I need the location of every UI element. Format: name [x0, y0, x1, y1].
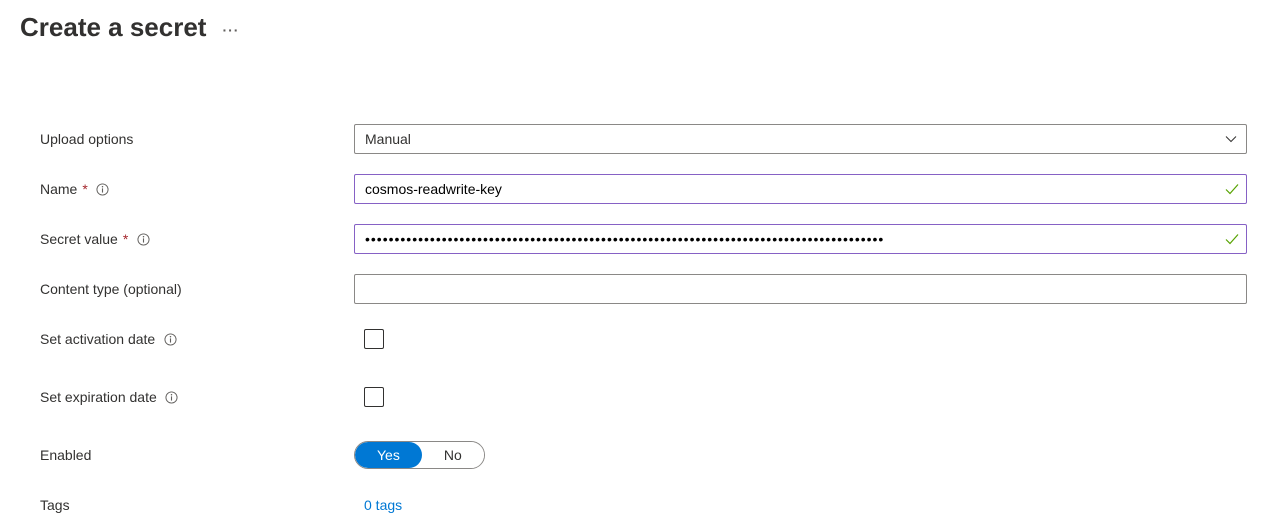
expiration-date-row: Set expiration date — [40, 381, 1250, 413]
content-type-label-text: Content type (optional) — [40, 281, 182, 297]
enabled-no-button[interactable]: No — [422, 442, 484, 468]
content-type-label: Content type (optional) — [40, 281, 354, 297]
checkmark-icon — [1224, 181, 1240, 197]
name-input[interactable] — [355, 175, 1246, 203]
activation-date-checkbox[interactable] — [364, 329, 384, 349]
secret-value-label-text: Secret value — [40, 231, 118, 247]
enabled-row: Enabled Yes No — [40, 439, 1250, 471]
tags-row: Tags 0 tags — [40, 489, 1250, 521]
chevron-down-icon — [1216, 133, 1246, 145]
expiration-date-label: Set expiration date — [40, 389, 354, 405]
name-row: Name * — [40, 173, 1250, 205]
name-label: Name * — [40, 181, 354, 197]
upload-options-label: Upload options — [40, 131, 354, 147]
content-type-input-wrap — [354, 274, 1247, 304]
name-label-text: Name — [40, 181, 77, 197]
enabled-toggle-group: Yes No — [354, 441, 485, 469]
create-secret-form: Upload options Manual Name * — [0, 103, 1270, 521]
required-indicator: * — [123, 231, 128, 247]
upload-options-label-text: Upload options — [40, 131, 133, 147]
name-input-wrap — [354, 174, 1247, 204]
enabled-label: Enabled — [40, 447, 354, 463]
more-actions-icon[interactable]: ··· — [222, 22, 239, 38]
upload-options-value: Manual — [355, 131, 1216, 147]
expiration-date-label-text: Set expiration date — [40, 389, 157, 405]
secret-value-row: Secret value * — [40, 223, 1250, 255]
info-icon[interactable] — [163, 332, 177, 346]
info-icon[interactable] — [96, 182, 110, 196]
tags-link[interactable]: 0 tags — [354, 497, 402, 513]
activation-date-label: Set activation date — [40, 331, 354, 347]
tags-label: Tags — [40, 497, 354, 513]
secret-value-input-wrap — [354, 224, 1247, 254]
upload-options-select[interactable]: Manual — [354, 124, 1247, 154]
content-type-row: Content type (optional) — [40, 273, 1250, 305]
activation-date-label-text: Set activation date — [40, 331, 155, 347]
expiration-date-checkbox[interactable] — [364, 387, 384, 407]
page-header: Create a secret ··· — [0, 0, 1270, 43]
content-type-input[interactable] — [355, 275, 1246, 303]
secret-value-input[interactable] — [355, 225, 1246, 253]
upload-options-row: Upload options Manual — [40, 123, 1250, 155]
required-indicator: * — [82, 181, 87, 197]
info-icon[interactable] — [165, 390, 179, 404]
enabled-yes-button[interactable]: Yes — [355, 442, 422, 468]
checkmark-icon — [1224, 231, 1240, 247]
secret-value-label: Secret value * — [40, 231, 354, 247]
tags-label-text: Tags — [40, 497, 70, 513]
page-title: Create a secret — [20, 12, 206, 43]
info-icon[interactable] — [136, 232, 150, 246]
activation-date-row: Set activation date — [40, 323, 1250, 355]
enabled-label-text: Enabled — [40, 447, 91, 463]
